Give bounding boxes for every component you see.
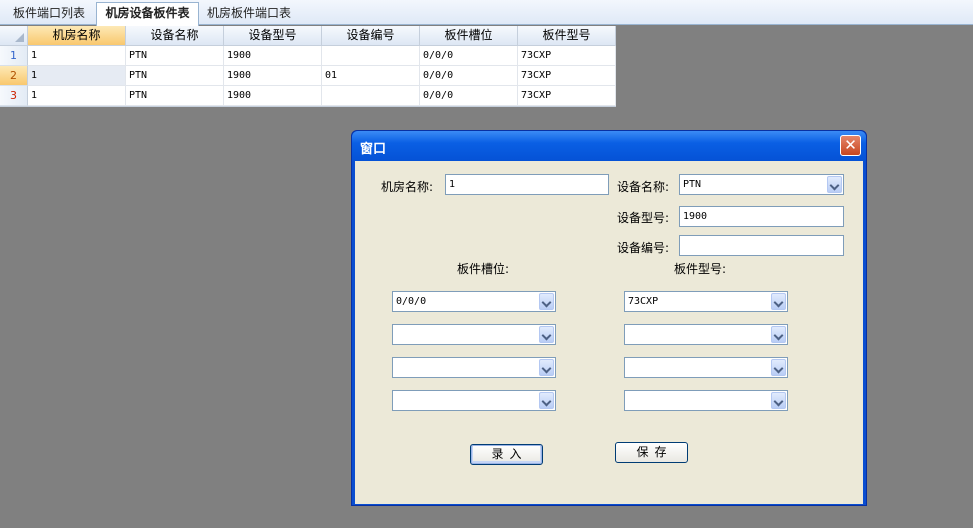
chevron-down-icon[interactable] <box>539 359 554 376</box>
column-header-board-model[interactable]: 板件型号 <box>518 26 616 46</box>
tab-board-port-list[interactable]: 板件端口列表 <box>4 3 94 25</box>
table-cell[interactable]: 0/0/0 <box>420 66 518 86</box>
table-cell[interactable]: 1 <box>28 66 126 86</box>
chevron-down-icon[interactable] <box>771 392 786 409</box>
board-model-select-3[interactable] <box>624 357 788 378</box>
table-cell[interactable]: PTN <box>126 86 224 106</box>
chevron-down-icon[interactable] <box>539 392 554 409</box>
chevron-down-icon[interactable] <box>827 176 842 193</box>
dialog-title: 窗口 <box>360 142 387 157</box>
table-cell[interactable]: 1900 <box>224 86 322 106</box>
chevron-down-icon[interactable] <box>771 359 786 376</box>
board-model-select-1[interactable]: 73CXP <box>624 291 788 312</box>
column-header-room-name[interactable]: 机房名称 <box>28 26 126 46</box>
device-model-input[interactable]: 1900 <box>679 206 844 227</box>
board-slot-select-2[interactable] <box>392 324 556 345</box>
tab-room-device-board[interactable]: 机房设备板件表 <box>96 2 199 26</box>
room-name-input[interactable]: 1 <box>445 174 609 195</box>
table-cell[interactable]: PTN <box>126 46 224 66</box>
device-name-label: 设备名称: <box>617 180 670 194</box>
room-name-label: 机房名称: <box>381 180 434 194</box>
board-model-select-4[interactable] <box>624 390 788 411</box>
column-header-device-name[interactable]: 设备名称 <box>126 26 224 46</box>
board-slot-select-4[interactable] <box>392 390 556 411</box>
board-model-value: 73CXP <box>628 296 659 307</box>
table-cell[interactable]: 1 <box>28 46 126 66</box>
device-name-select[interactable]: PTN <box>679 174 844 195</box>
table-cell[interactable]: 1900 <box>224 46 322 66</box>
row-header[interactable]: 3 <box>0 86 28 106</box>
column-header-device-model[interactable]: 设备型号 <box>224 26 322 46</box>
table-cell[interactable] <box>322 46 420 66</box>
row-header[interactable]: 1 <box>0 46 28 66</box>
dialog-client-area: 机房名称: 1 设备名称: PTN 设备型号: 1900 设备编号: 板件槽位:… <box>355 161 863 504</box>
board-model-header: 板件型号: <box>674 262 727 276</box>
dialog-titlebar[interactable]: 窗口 ✕ <box>352 131 866 161</box>
chevron-down-icon[interactable] <box>771 326 786 343</box>
board-slot-value: 0/0/0 <box>396 296 427 307</box>
table-cell[interactable] <box>322 86 420 106</box>
table-cell[interactable]: 1900 <box>224 66 322 86</box>
close-icon: ✕ <box>844 136 857 154</box>
device-board-grid: 机房名称 设备名称 设备型号 设备编号 板件槽位 板件型号 1 1 PTN 19… <box>0 26 616 107</box>
device-code-label: 设备编号: <box>617 241 670 255</box>
device-model-label: 设备型号: <box>617 211 670 225</box>
tab-strip: 板件端口列表 机房设备板件表 机房板件端口表 <box>0 0 973 26</box>
grid-select-all[interactable] <box>0 26 28 46</box>
table-cell[interactable]: 73CXP <box>518 66 616 86</box>
board-slot-select-1[interactable]: 0/0/0 <box>392 291 556 312</box>
dialog-window: 窗口 ✕ 机房名称: 1 设备名称: PTN 设备型号: 1900 设备编号: … <box>351 130 867 506</box>
save-button[interactable]: 保存 <box>615 442 688 463</box>
chevron-down-icon[interactable] <box>539 326 554 343</box>
row-header[interactable]: 2 <box>0 66 28 86</box>
chevron-down-icon[interactable] <box>539 293 554 310</box>
close-button[interactable]: ✕ <box>840 135 861 156</box>
table-cell[interactable]: 01 <box>322 66 420 86</box>
enter-button[interactable]: 录入 <box>470 444 543 465</box>
table-cell[interactable]: 73CXP <box>518 46 616 66</box>
tab-room-board-port[interactable]: 机房板件端口表 <box>201 3 297 25</box>
table-cell[interactable]: 0/0/0 <box>420 46 518 66</box>
device-name-value: PTN <box>683 179 702 190</box>
board-slot-select-3[interactable] <box>392 357 556 378</box>
table-cell[interactable]: 1 <box>28 86 126 106</box>
chevron-down-icon[interactable] <box>771 293 786 310</box>
board-model-select-2[interactable] <box>624 324 788 345</box>
column-header-device-code[interactable]: 设备编号 <box>322 26 420 46</box>
table-cell[interactable]: 73CXP <box>518 86 616 106</box>
column-header-board-slot[interactable]: 板件槽位 <box>420 26 518 46</box>
table-cell[interactable]: 0/0/0 <box>420 86 518 106</box>
board-slot-header: 板件槽位: <box>457 262 510 276</box>
device-code-input[interactable] <box>679 235 844 256</box>
table-cell[interactable]: PTN <box>126 66 224 86</box>
